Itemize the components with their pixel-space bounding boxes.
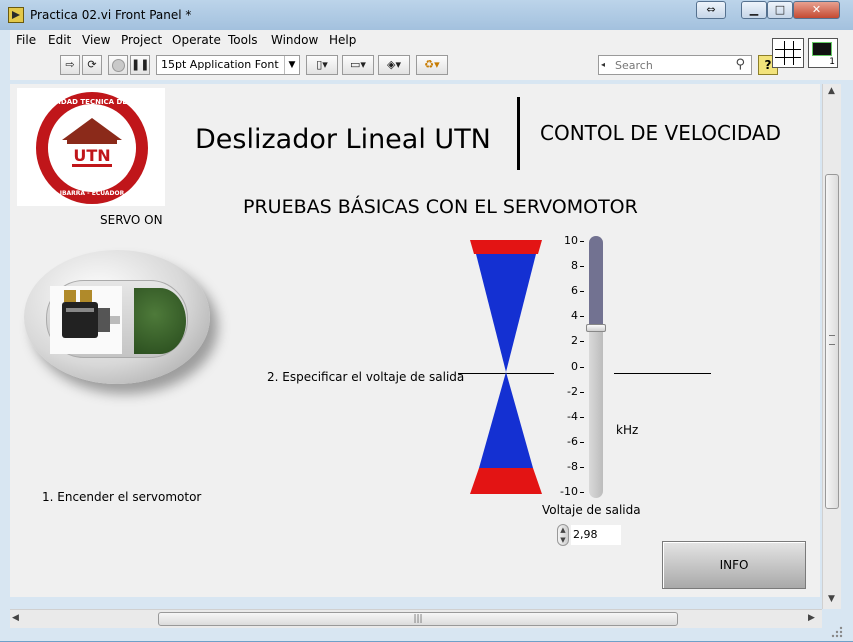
voltage-value[interactable]: 2,98 bbox=[571, 525, 621, 545]
panel-title: Deslizador Lineal UTN bbox=[195, 124, 491, 155]
servomotor-image bbox=[50, 286, 122, 354]
scale-tick-label: -6 bbox=[567, 434, 578, 448]
scroll-down-icon[interactable]: ▼ bbox=[828, 594, 835, 604]
increment-decrement-icon[interactable]: ▲ ▼ bbox=[557, 524, 569, 546]
logo-text-top: UNIVERSIDAD TECNICA DEL NORTE bbox=[24, 98, 161, 106]
close-button[interactable]: ✕ bbox=[793, 1, 840, 19]
scale-tick-mark bbox=[580, 416, 584, 418]
vi-icon[interactable]: 1 bbox=[808, 38, 838, 68]
toolbar: ⇨ ⟳ ❚❚ 15pt Application Font ▼ ▯▾ ▭▾ ◈▾ … bbox=[10, 50, 853, 80]
scale-tick-label: 4 bbox=[571, 309, 578, 323]
title-bar[interactable]: Practica 02.vi Front Panel * ⇔ ▁ □ ✕ bbox=[0, 0, 853, 30]
slider-caption: Voltaje de salida bbox=[542, 503, 641, 517]
scale-tick-mark bbox=[580, 492, 584, 493]
servo-on-button[interactable] bbox=[24, 250, 216, 398]
menu-file[interactable]: File bbox=[16, 33, 36, 47]
scale-tick-mark bbox=[580, 441, 584, 443]
window-title: Practica 02.vi Front Panel * bbox=[30, 8, 192, 22]
minimize-button[interactable]: ▁ bbox=[741, 1, 767, 19]
scale-tick-label: 2 bbox=[571, 334, 578, 348]
font-selector-label: 15pt Application Font bbox=[161, 58, 279, 71]
scroll-left-icon[interactable]: ◀ bbox=[12, 613, 19, 623]
scale-tick-label: 6 bbox=[571, 284, 578, 298]
scale-tick-label: 8 bbox=[571, 259, 578, 273]
scale-tick-mark bbox=[580, 241, 584, 242]
pause-icon[interactable]: ❚❚ bbox=[130, 55, 150, 75]
labview-app-icon bbox=[8, 7, 24, 23]
menu-operate[interactable]: Operate bbox=[172, 33, 221, 47]
scale-tick-label: 10 bbox=[564, 234, 578, 247]
font-selector[interactable]: 15pt Application Font ▼ bbox=[156, 55, 300, 75]
scale-tick-label: -8 bbox=[567, 459, 578, 473]
horizontal-scrollbar[interactable]: ◀ ||| ▶ bbox=[10, 609, 822, 628]
scale-tick-label: -4 bbox=[567, 409, 578, 423]
servo-on-label: SERVO ON bbox=[100, 213, 163, 227]
chevron-down-icon: ▼ bbox=[284, 56, 299, 74]
logo-text-bottom: IBARRA - ECUADOR bbox=[60, 190, 125, 197]
align-objects-icon[interactable]: ▯▾ bbox=[306, 55, 338, 75]
search-icon: ⚲ bbox=[735, 57, 745, 72]
hourglass-graphic bbox=[470, 240, 542, 494]
run-continuously-icon[interactable]: ⟳ bbox=[82, 55, 102, 75]
distribute-objects-icon[interactable]: ▭▾ bbox=[342, 55, 374, 75]
scale-tick-mark bbox=[580, 291, 584, 293]
utn-logo: UNIVERSIDAD TECNICA DEL NORTE UTN IBARRA… bbox=[17, 88, 165, 206]
search-placeholder: Search bbox=[615, 59, 653, 72]
step1-label: 1. Encender el servomotor bbox=[42, 490, 202, 504]
voltage-slider-fill bbox=[589, 236, 603, 328]
info-button[interactable]: INFO bbox=[662, 541, 806, 589]
menu-tools[interactable]: Tools bbox=[228, 33, 258, 47]
voltage-slider-thumb[interactable] bbox=[586, 323, 606, 332]
scale-tick-mark bbox=[580, 341, 584, 343]
logo-text-mid: UTN bbox=[73, 146, 110, 165]
scale-tick-mark bbox=[580, 266, 584, 268]
scale-tick-label: -2 bbox=[567, 384, 578, 398]
horizontal-scroll-thumb[interactable]: ||| bbox=[158, 612, 678, 626]
run-arrow-icon[interactable]: ⇨ bbox=[60, 55, 80, 75]
menu-help[interactable]: Help bbox=[329, 33, 356, 47]
restore-arrows-button[interactable]: ⇔ bbox=[696, 1, 726, 19]
abort-stop-icon[interactable] bbox=[108, 55, 128, 75]
labview-window: Practica 02.vi Front Panel * ⇔ ▁ □ ✕ Fil… bbox=[0, 0, 853, 641]
maximize-button[interactable]: □ bbox=[767, 1, 793, 19]
scale-tick-mark bbox=[580, 366, 584, 368]
menu-view[interactable]: View bbox=[82, 33, 110, 47]
scale-tick-mark bbox=[580, 466, 584, 468]
resize-grip-icon[interactable] bbox=[830, 625, 844, 639]
vi-icon-number: 1 bbox=[829, 57, 835, 67]
search-input[interactable]: ◂ Search ⚲ bbox=[598, 55, 752, 75]
menu-edit[interactable]: Edit bbox=[48, 33, 71, 47]
step2-label: 2. Especificar el voltaje de salida bbox=[267, 370, 465, 384]
menu-bar: File Edit View Project Operate Tools Win… bbox=[10, 30, 853, 50]
connector-pane-icon[interactable] bbox=[772, 38, 804, 68]
menu-project[interactable]: Project bbox=[121, 33, 162, 47]
chevron-left-icon: ◂ bbox=[601, 60, 606, 69]
section-title: PRUEBAS BÁSICAS CON EL SERVOMOTOR bbox=[243, 196, 638, 218]
servo-led-indicator bbox=[134, 288, 186, 354]
reorder-icon[interactable]: ♻▾ bbox=[416, 55, 448, 75]
right-reference-line bbox=[614, 373, 711, 374]
vertical-scroll-thumb[interactable] bbox=[825, 174, 839, 509]
scroll-up-icon[interactable]: ▲ bbox=[828, 86, 835, 96]
menu-window[interactable]: Window bbox=[271, 33, 318, 47]
title-divider bbox=[517, 97, 520, 170]
scroll-right-icon[interactable]: ▶ bbox=[808, 613, 815, 623]
resize-objects-icon[interactable]: ◈▾ bbox=[378, 55, 410, 75]
vertical-scrollbar[interactable]: ▲ ▼ bbox=[822, 84, 841, 609]
scale-tick-mark bbox=[580, 316, 584, 318]
scale-tick-mark bbox=[580, 391, 584, 393]
voltage-numeric-control[interactable]: ▲ ▼ 2,98 bbox=[557, 524, 621, 546]
scale-tick-label: -10 bbox=[560, 485, 578, 498]
unit-label: kHz bbox=[616, 423, 639, 437]
scale-tick-label: 0 bbox=[571, 359, 578, 373]
panel-subtitle: CONTOL DE VELOCIDAD bbox=[540, 121, 782, 145]
